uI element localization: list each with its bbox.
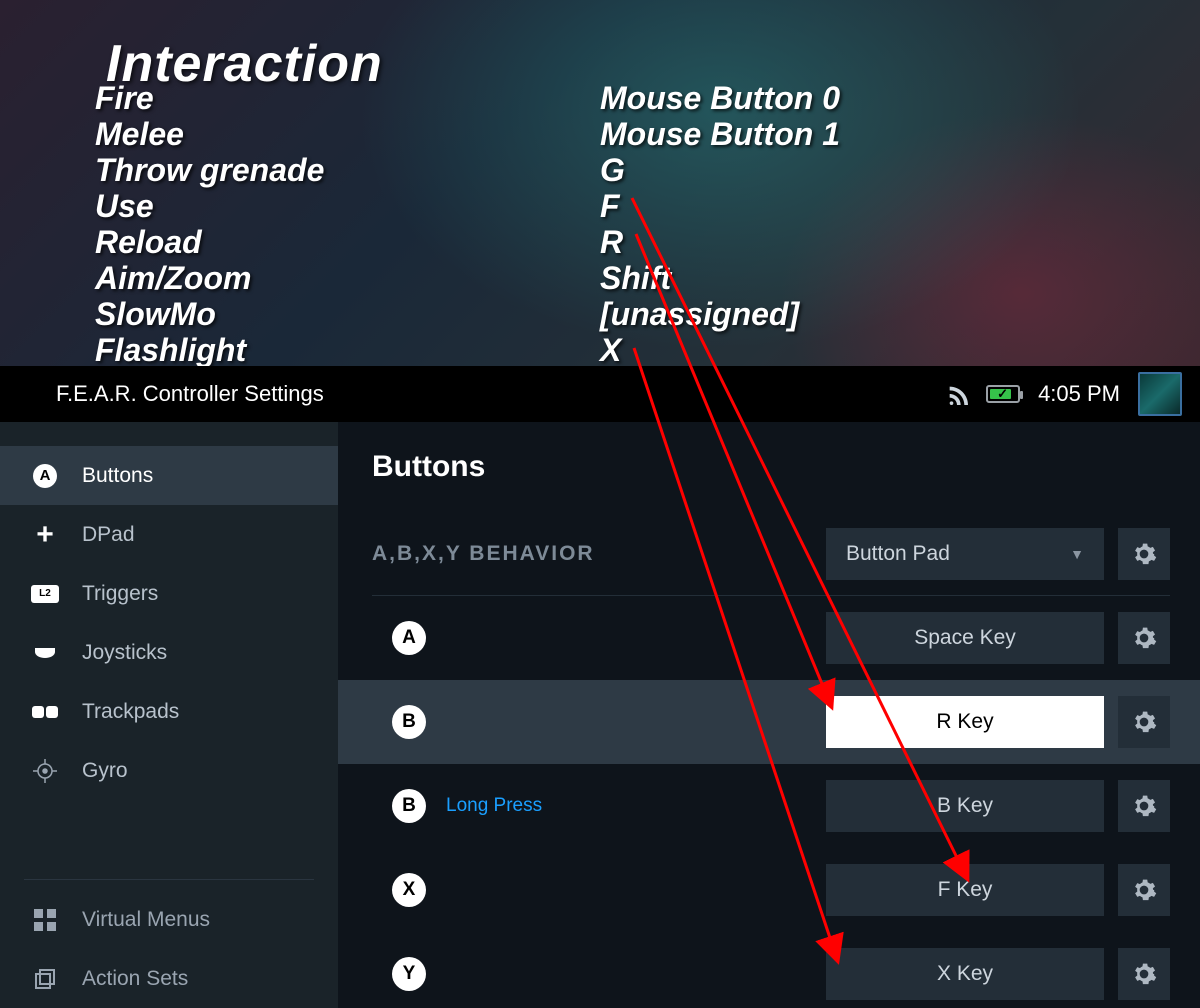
game-bind-value: Mouse Button 1 <box>600 116 1130 152</box>
game-bind-value: F <box>600 188 1130 224</box>
sidebar-item-label: Triggers <box>82 582 158 606</box>
binding-row-b[interactable]: B R Key <box>338 680 1200 764</box>
binding-row-x[interactable]: X F Key <box>372 848 1170 932</box>
sidebar-item-triggers[interactable]: L2 Triggers <box>0 564 338 623</box>
game-bind-label: SlowMo <box>80 296 600 332</box>
game-bind-row: UseF <box>80 188 1130 224</box>
binding-sublabel: Long Press <box>446 795 542 817</box>
sidebar-item-label: Virtual Menus <box>82 908 210 932</box>
sidebar-icon: A <box>30 461 60 491</box>
wifi-icon <box>946 383 968 405</box>
controller-button-x-icon: X <box>392 873 426 907</box>
sidebar-icon: + <box>30 520 60 550</box>
game-bind-label: Use <box>80 188 600 224</box>
game-bind-row: FireMouse Button 0 <box>80 80 1130 116</box>
binding-key-button[interactable]: X Key <box>826 948 1104 1000</box>
main-panel: Buttons A,B,X,Y BEHAVIOR Button Pad ▼ A S… <box>338 422 1200 1008</box>
game-bind-row: ReloadR <box>80 224 1130 260</box>
binding-key-button[interactable]: B Key <box>826 780 1104 832</box>
main-heading: Buttons <box>372 450 1170 484</box>
sidebar-icon <box>30 756 60 786</box>
binding-row-b-long-press[interactable]: B Long Press B Key <box>372 764 1170 848</box>
binding-gear-button[interactable] <box>1118 780 1170 832</box>
chevron-down-icon: ▼ <box>1070 546 1084 562</box>
binding-gear-button[interactable] <box>1118 612 1170 664</box>
game-bind-label: Fire <box>80 80 600 116</box>
steam-header-bar: F.E.A.R. Controller Settings ✓ 4:05 PM <box>0 366 1200 422</box>
game-bind-row: Throw grenadeG <box>80 152 1130 188</box>
sidebar: A Buttons + DPad L2 Triggers Joysticks Trackpad… <box>0 422 338 1008</box>
sidebar-item-label: Joysticks <box>82 641 167 665</box>
binding-row-a[interactable]: A Space Key <box>372 596 1170 680</box>
game-bind-value: G <box>600 152 1130 188</box>
sidebar-divider <box>24 879 314 880</box>
game-bind-row: SlowMo[unassigned] <box>80 296 1130 332</box>
sidebar-icon <box>30 638 60 668</box>
game-bind-label: Aim/Zoom <box>80 260 600 296</box>
sidebar-item-label: Gyro <box>82 759 128 783</box>
game-bind-value: Mouse Button 0 <box>600 80 1130 116</box>
game-bind-row: FlashlightX <box>80 332 1130 368</box>
binding-row-y[interactable]: Y X Key <box>372 932 1170 1008</box>
game-bind-value: R <box>600 224 1130 260</box>
sidebar-item-label: Trackpads <box>82 700 179 724</box>
game-bind-value: Shift <box>600 260 1130 296</box>
sidebar-item-label: Buttons <box>82 464 153 488</box>
page-title: F.E.A.R. Controller Settings <box>56 381 324 407</box>
sidebar-item-label: Action Sets <box>82 967 188 991</box>
game-keybind-screenshot: Interaction FireMouse Button 0MeleeMouse… <box>0 0 1200 366</box>
controller-button-a-icon: A <box>392 621 426 655</box>
sidebar-icon <box>30 697 60 727</box>
game-bind-value: X <box>600 332 1130 368</box>
sidebar-icon: L2 <box>30 579 60 609</box>
game-bind-value: [unassigned] <box>600 296 1130 332</box>
controller-button-b-icon: B <box>392 705 426 739</box>
controller-button-b-icon: B <box>392 789 426 823</box>
binding-key-button[interactable]: Space Key <box>826 612 1104 664</box>
controller-button-y-icon: Y <box>392 957 426 991</box>
game-bind-label: Melee <box>80 116 600 152</box>
behavior-value: Button Pad <box>846 542 950 566</box>
game-bind-label: Reload <box>80 224 600 260</box>
sidebar-item-label: DPad <box>82 523 135 547</box>
sidebar-item-dpad[interactable]: + DPad <box>0 505 338 564</box>
sidebar-item-trackpads[interactable]: Trackpads <box>0 682 338 741</box>
binding-gear-button[interactable] <box>1118 864 1170 916</box>
avatar[interactable] <box>1138 372 1182 416</box>
battery-icon: ✓ <box>986 385 1020 403</box>
game-bind-label: Throw grenade <box>80 152 600 188</box>
binding-key-button[interactable]: R Key <box>826 696 1104 748</box>
binding-gear-button[interactable] <box>1118 696 1170 748</box>
clock: 4:05 PM <box>1038 381 1120 407</box>
binding-key-button[interactable]: F Key <box>826 864 1104 916</box>
behavior-label: A,B,X,Y BEHAVIOR <box>372 542 826 566</box>
game-bind-label: Flashlight <box>80 332 600 368</box>
sidebar-item-action-sets[interactable]: Action Sets <box>0 949 338 1008</box>
binding-gear-button[interactable] <box>1118 948 1170 1000</box>
behavior-dropdown[interactable]: Button Pad ▼ <box>826 528 1104 580</box>
sidebar-item-buttons[interactable]: A Buttons <box>0 446 338 505</box>
game-bind-row: MeleeMouse Button 1 <box>80 116 1130 152</box>
behavior-row: A,B,X,Y BEHAVIOR Button Pad ▼ <box>372 512 1170 596</box>
sidebar-icon <box>30 964 60 994</box>
sidebar-item-gyro[interactable]: Gyro <box>0 741 338 800</box>
sidebar-item-joysticks[interactable]: Joysticks <box>0 623 338 682</box>
sidebar-item-virtual-menus[interactable]: Virtual Menus <box>0 890 338 949</box>
game-bind-row: Aim/ZoomShift <box>80 260 1130 296</box>
sidebar-icon <box>30 905 60 935</box>
behavior-gear-button[interactable] <box>1118 528 1170 580</box>
